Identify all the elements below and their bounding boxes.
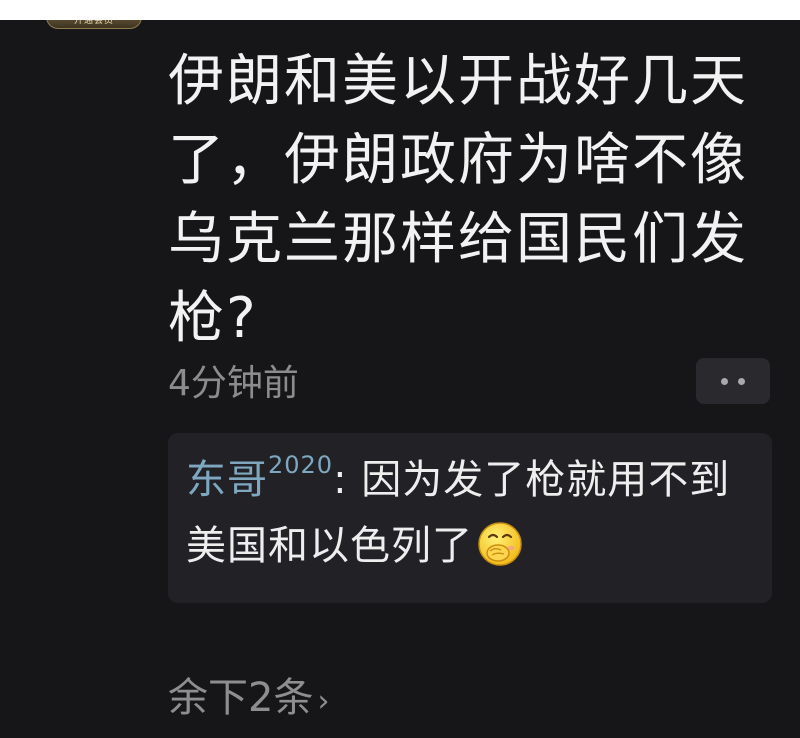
avatar-badge[interactable]: 开通会员 xyxy=(46,20,142,29)
comment-body: 东哥2020: 因为发了枪就用不到美国和以色列了 xyxy=(186,447,756,579)
more-dots-icon xyxy=(721,377,728,385)
comment-separator: : xyxy=(333,457,362,503)
more-options-button[interactable] xyxy=(696,358,770,404)
remaining-replies-label: 余下2条 xyxy=(168,675,314,721)
comment-author-name[interactable]: 东哥 xyxy=(186,457,268,503)
post-timestamp: 4分钟前 xyxy=(168,363,299,404)
comment-author[interactable]: 东哥2020 xyxy=(186,453,333,503)
view-remaining-replies-link[interactable]: 余下2条 › xyxy=(168,668,329,732)
comment-card[interactable]: 东哥2020: 因为发了枪就用不到美国和以色列了 xyxy=(168,433,772,603)
chevron-right-icon: › xyxy=(317,684,330,719)
more-dots-icon xyxy=(738,377,745,385)
screen: 开通会员 伊朗和美以开战好几天了，伊朗政府为啥不像乌克兰那样给国民们发枪? 4分… xyxy=(0,20,800,738)
post-text: 伊朗和美以开战好几天了，伊朗政府为啥不像乌克兰那样给国民们发枪? xyxy=(168,49,748,351)
comment-author-suffix: 2020 xyxy=(268,451,334,479)
covering-mouth-laugh-emoji-icon xyxy=(478,522,522,566)
